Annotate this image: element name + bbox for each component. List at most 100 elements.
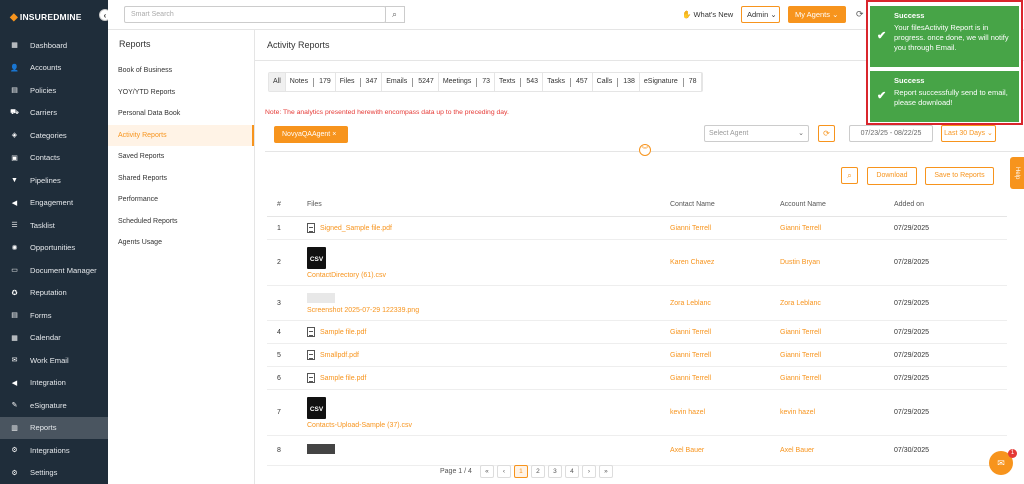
success-toast[interactable]: ✔ Success Your filesActivity Report is i… bbox=[870, 6, 1019, 67]
sidebar-item-document-manager[interactable]: ▭ Document Manager bbox=[0, 259, 108, 282]
tab-tasks[interactable]: Tasks 457 bbox=[543, 73, 593, 91]
tab-notes[interactable]: Notes 179 bbox=[286, 73, 336, 91]
table-row[interactable]: 5 Smallpdf.pdf Gianni Terrell Gianni Terrel… bbox=[267, 344, 1007, 367]
tab-all[interactable]: All bbox=[269, 73, 286, 91]
whats-new-link[interactable]: ✋ What's New bbox=[682, 10, 733, 19]
sidebar-item-policies[interactable]: ▤ Policies bbox=[0, 79, 108, 102]
success-toast[interactable]: ✔ Success Report successfully send to em… bbox=[870, 71, 1019, 122]
contact-name-link[interactable]: Karen Chavez bbox=[670, 259, 780, 266]
sidebar-item-contacts[interactable]: ▣ Contacts bbox=[0, 147, 108, 170]
app-logo[interactable]: ◆ INSUREDMINE ‹ bbox=[0, 0, 111, 34]
report-link-scheduled-reports[interactable]: Scheduled Reports bbox=[108, 211, 254, 233]
report-link-agents-usage[interactable]: Agents Usage bbox=[108, 232, 254, 254]
file-link[interactable]: ContactDirectory (61).csv bbox=[307, 272, 386, 279]
sidebar-item-calendar[interactable]: ▦ Calendar bbox=[0, 327, 108, 350]
sidebar-item-settings[interactable]: ⚙ Settings bbox=[0, 462, 108, 484]
report-link-shared-reports[interactable]: Shared Reports bbox=[108, 168, 254, 190]
account-name-link[interactable]: Gianni Terrell bbox=[780, 375, 894, 382]
sidebar-item-reports[interactable]: ▥ Reports bbox=[0, 416, 108, 439]
smart-search-input[interactable]: Smart Search bbox=[124, 6, 386, 23]
sidebar-item-categories[interactable]: ◈ Categories bbox=[0, 124, 108, 147]
refresh-icon[interactable]: ⟳ bbox=[856, 9, 864, 20]
contact-name-link[interactable]: Axel Bauer bbox=[670, 447, 780, 454]
account-name-link[interactable]: Gianni Terrell bbox=[780, 225, 894, 232]
admin-dropdown[interactable]: Admin ⌄ bbox=[741, 6, 780, 23]
account-name-link[interactable]: Zora Leblanc bbox=[780, 300, 894, 307]
date-range-field[interactable]: 07/23/25 - 08/22/25 bbox=[849, 125, 933, 142]
agent-filter-chip[interactable]: NovyaQAAgent × bbox=[274, 126, 348, 143]
tab-calls[interactable]: Calls 138 bbox=[593, 73, 640, 91]
page-button-1[interactable]: 1 bbox=[513, 465, 528, 478]
sidebar-item-forms[interactable]: ▤ Forms bbox=[0, 304, 108, 327]
page-button-2[interactable]: 2 bbox=[530, 465, 545, 478]
report-link-personal-data-book[interactable]: Personal Data Book bbox=[108, 103, 254, 125]
sidebar-item-tasklist[interactable]: ☰ Tasklist bbox=[0, 214, 108, 237]
tab-emails[interactable]: Emails 5247 bbox=[382, 73, 439, 91]
tab-files[interactable]: Files 347 bbox=[336, 73, 383, 91]
table-row[interactable]: 2 CSV ContactDirectory (61).csv Karen Chave… bbox=[267, 240, 1007, 286]
file-link[interactable]: Sample file.pdf bbox=[320, 375, 366, 382]
page-button-4[interactable]: 4 bbox=[564, 465, 579, 478]
table-row[interactable]: 3 Screenshot 2025-07-29 122339.png Zora Le… bbox=[267, 286, 1007, 321]
tab-meetings[interactable]: Meetings 73 bbox=[439, 73, 496, 91]
sidebar-item-integration[interactable]: ◀ Integration bbox=[0, 372, 108, 395]
page-nav-button[interactable]: » bbox=[598, 465, 613, 478]
page-nav-button[interactable]: « bbox=[479, 465, 494, 478]
file-link[interactable]: Contacts-Upload-Sample (37).csv bbox=[307, 422, 412, 429]
account-name-link[interactable]: Gianni Terrell bbox=[780, 329, 894, 336]
account-name-link[interactable]: Axel Bauer bbox=[780, 447, 894, 454]
table-search-icon[interactable]: ⌕ bbox=[841, 167, 858, 184]
reset-filter-icon[interactable]: ⟳ bbox=[818, 125, 835, 142]
search-icon[interactable]: ⌕ bbox=[385, 6, 405, 23]
table-row[interactable]: 7 CSV Contacts-Upload-Sample (37).csv kevin… bbox=[267, 390, 1007, 436]
report-link-saved-reports[interactable]: Saved Reports bbox=[108, 146, 254, 168]
sidebar-item-engagement[interactable]: ◀ Engagement bbox=[0, 192, 108, 215]
contact-name-link[interactable]: Gianni Terrell bbox=[670, 329, 780, 336]
tab-esignature[interactable]: eSignature 78 bbox=[640, 73, 702, 91]
my-agents-button[interactable]: My Agents ⌄ bbox=[788, 6, 846, 23]
tab-texts[interactable]: Texts 543 bbox=[495, 73, 544, 91]
report-link-book-of-business[interactable]: Book of Business bbox=[108, 60, 254, 82]
account-name-link[interactable]: kevin hazel bbox=[780, 409, 894, 416]
sidebar-item-pipelines[interactable]: ▼ Pipelines bbox=[0, 169, 108, 192]
page-nav-button[interactable]: › bbox=[581, 465, 596, 478]
save-to-reports-button[interactable]: Save to Reports bbox=[925, 167, 994, 185]
page-nav-button[interactable]: ‹ bbox=[496, 465, 511, 478]
download-button[interactable]: Download bbox=[867, 167, 917, 185]
file-link[interactable]: Signed_Sample file.pdf bbox=[320, 225, 392, 232]
account-name-link[interactable]: Dustin Bryan bbox=[780, 259, 894, 266]
page-indicator: Page 1 / 4 bbox=[440, 468, 472, 475]
contact-name-link[interactable]: Zora Leblanc bbox=[670, 300, 780, 307]
sidebar-item-carriers[interactable]: ⛟ Carriers bbox=[0, 102, 108, 125]
sidebar-item-integrations[interactable]: ⚙ Integrations bbox=[0, 439, 108, 462]
sidebar-item-reputation[interactable]: ✪ Reputation bbox=[0, 282, 108, 305]
sidebar-item-accounts[interactable]: 👤 Accounts bbox=[0, 57, 108, 80]
table-row[interactable]: 8 Axel Bauer Axel Bauer 07/30/2025 bbox=[267, 436, 1007, 466]
sidebar-item-esignature[interactable]: ✎ eSignature bbox=[0, 394, 108, 417]
last-30-days-dropdown[interactable]: Last 30 Days ⌄ bbox=[941, 125, 996, 142]
file-link[interactable]: Smallpdf.pdf bbox=[320, 352, 359, 359]
contact-name-link[interactable]: Gianni Terrell bbox=[670, 352, 780, 359]
file-link[interactable]: Screenshot 2025-07-29 122339.png bbox=[307, 307, 419, 314]
report-link-yoy-ytd-reports[interactable]: YOY/YTD Reports bbox=[108, 82, 254, 104]
contact-name-link[interactable]: Gianni Terrell bbox=[670, 225, 780, 232]
collapse-filters-icon[interactable]: ︾ bbox=[639, 144, 651, 156]
report-link-activity-reports[interactable]: Activity Reports bbox=[108, 124, 254, 146]
select-agent-dropdown[interactable]: Select Agent ⌄ bbox=[704, 125, 809, 142]
table-row[interactable]: 1 Signed_Sample file.pdf Gianni Terrell Gia… bbox=[267, 217, 1007, 240]
report-link-performance[interactable]: Performance bbox=[108, 189, 254, 211]
file-cell: Sample file.pdf bbox=[307, 373, 670, 383]
page-button-3[interactable]: 3 bbox=[547, 465, 562, 478]
contact-name-link[interactable]: kevin hazel bbox=[670, 409, 780, 416]
table-row[interactable]: 6 Sample file.pdf Gianni Terrell Gianni Ter… bbox=[267, 367, 1007, 390]
pipelines-icon: ▼ bbox=[11, 176, 18, 184]
sidebar-item-work-email[interactable]: ✉ Work Email bbox=[0, 349, 108, 372]
help-tab[interactable]: Help bbox=[1010, 157, 1024, 189]
contact-name-link[interactable]: Gianni Terrell bbox=[670, 375, 780, 382]
account-name-link[interactable]: Gianni Terrell bbox=[780, 352, 894, 359]
sidebar-item-dashboard[interactable]: ▦ Dashboard bbox=[0, 34, 108, 57]
tab-count: 347 bbox=[365, 78, 378, 85]
file-link[interactable]: Sample file.pdf bbox=[320, 329, 366, 336]
table-row[interactable]: 4 Sample file.pdf Gianni Terrell Gianni Ter… bbox=[267, 321, 1007, 344]
sidebar-item-opportunities[interactable]: ✺ Opportunities bbox=[0, 237, 108, 260]
